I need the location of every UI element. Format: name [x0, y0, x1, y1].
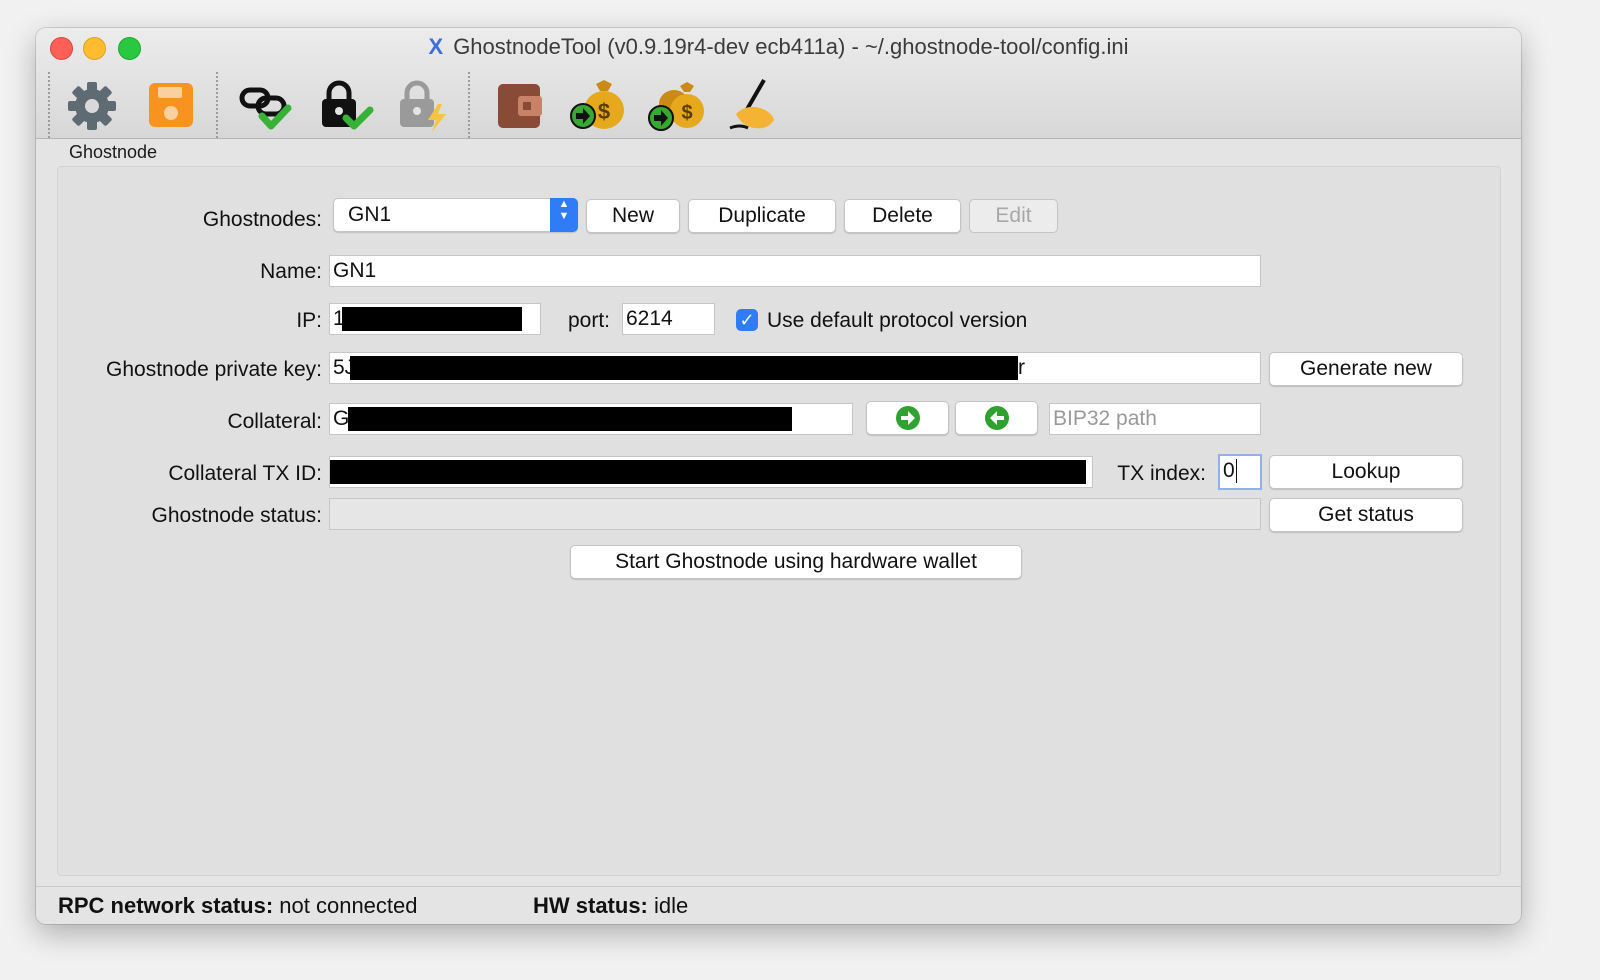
tab-ghostnode[interactable]: Ghostnode: [69, 142, 157, 163]
toolbar-separator: [216, 72, 218, 138]
select-stepper-icon: ▲ ▼: [550, 198, 578, 232]
generate-new-button[interactable]: Generate new: [1269, 352, 1463, 386]
status-label: Ghostnode status:: [151, 504, 322, 527]
redacted-block: [348, 407, 792, 431]
toolbar: $ $: [36, 68, 1521, 138]
lock-lightning-icon: [400, 80, 446, 132]
collateral-tx-field[interactable]: [329, 456, 1093, 488]
redacted-block: [330, 460, 1086, 484]
name-label: Name:: [260, 260, 322, 283]
collateral-field[interactable]: G: [329, 403, 853, 435]
rpc-status: RPC network status: not connected: [58, 893, 418, 919]
port-field[interactable]: 6214: [622, 303, 715, 335]
wallet-button[interactable]: [488, 74, 552, 134]
private-key-suffix: r: [1018, 356, 1025, 379]
tx-index-field[interactable]: 0: [1218, 454, 1262, 490]
bip32-path-field[interactable]: BIP32 path: [1049, 403, 1261, 435]
window-title: X GhostnodeTool (v0.9.19r4-dev ecb411a) -…: [428, 34, 1129, 59]
wallet-icon: [498, 84, 542, 128]
status-field: [329, 498, 1261, 530]
toolbar-grip: [48, 72, 50, 138]
port-label: port:: [567, 309, 610, 332]
collateral-label: Collateral:: [227, 410, 322, 433]
rpc-status-value: not connected: [279, 893, 418, 918]
ghostnodes-label: Ghostnodes:: [202, 208, 322, 231]
hw-status-label: HW status:: [533, 893, 648, 918]
delete-button[interactable]: Delete: [844, 199, 961, 233]
send-multi-button[interactable]: $: [644, 74, 708, 134]
save-button[interactable]: [138, 74, 202, 134]
link-check-icon: [239, 87, 292, 130]
rpc-status-label: RPC network status:: [58, 893, 274, 918]
gear-icon: [68, 82, 116, 130]
tx-index-label: TX index:: [1117, 462, 1206, 485]
arrow-right-circle-icon: [895, 406, 920, 431]
money-bag-send-icon: $: [570, 80, 624, 129]
ip-field[interactable]: 1: [329, 303, 541, 335]
save-icon: [149, 83, 193, 127]
hw-disconnect-button[interactable]: [390, 74, 454, 134]
signing-hand-icon: [729, 78, 774, 130]
lock-check-icon: [322, 80, 374, 130]
text-caret: [1235, 459, 1237, 484]
duplicate-button[interactable]: Duplicate: [688, 199, 836, 233]
svg-text:$: $: [681, 102, 692, 124]
connect-button[interactable]: [234, 74, 298, 134]
tx-index-value: 0: [1223, 459, 1235, 482]
collateral-back-button[interactable]: [955, 401, 1038, 435]
bip32-path-placeholder: BIP32 path: [1053, 407, 1157, 430]
get-status-button[interactable]: Get status: [1269, 498, 1463, 532]
collateral-tx-label: Collateral TX ID:: [168, 462, 322, 485]
money-bags-send-icon: $: [648, 82, 704, 131]
default-protocol-checkbox[interactable]: ✓: [736, 309, 758, 331]
private-key-label: Ghostnode private key:: [106, 358, 322, 381]
redacted-block: [342, 307, 522, 331]
lookup-button[interactable]: Lookup: [1269, 455, 1463, 489]
title-bar: X GhostnodeTool (v0.9.19r4-dev ecb411a) -…: [36, 28, 1521, 139]
name-field[interactable]: GN1: [329, 255, 1261, 287]
hw-connect-button[interactable]: [312, 74, 376, 134]
ghostnodes-select[interactable]: GN1 ▲ ▼: [333, 198, 578, 232]
ip-label: IP:: [296, 309, 322, 332]
send-button[interactable]: $: [566, 74, 630, 134]
status-bar: RPC network status: not connected HW sta…: [36, 886, 1521, 924]
ghostnodes-selected-value: GN1: [348, 203, 392, 226]
collateral-forward-button[interactable]: [866, 401, 949, 435]
app-x-icon: X: [428, 34, 444, 59]
private-key-field[interactable]: 5J r: [329, 352, 1261, 384]
hw-status-value: idle: [654, 893, 689, 918]
collateral-prefix: G: [333, 407, 350, 430]
new-button[interactable]: New: [586, 199, 680, 233]
app-window: X GhostnodeTool (v0.9.19r4-dev ecb411a) -…: [36, 28, 1521, 924]
settings-button[interactable]: [60, 74, 124, 134]
edit-button[interactable]: Edit: [969, 199, 1058, 233]
toolbar-separator-2: [468, 72, 470, 138]
arrow-left-circle-icon: [984, 406, 1009, 431]
default-protocol-label: Use default protocol version: [767, 309, 1028, 332]
hw-status: HW status: idle: [533, 893, 688, 919]
sign-button[interactable]: [722, 74, 786, 134]
svg-text:$: $: [598, 99, 610, 124]
start-ghostnode-button[interactable]: Start Ghostnode using hardware wallet: [570, 545, 1022, 579]
redacted-block: [350, 356, 1018, 380]
